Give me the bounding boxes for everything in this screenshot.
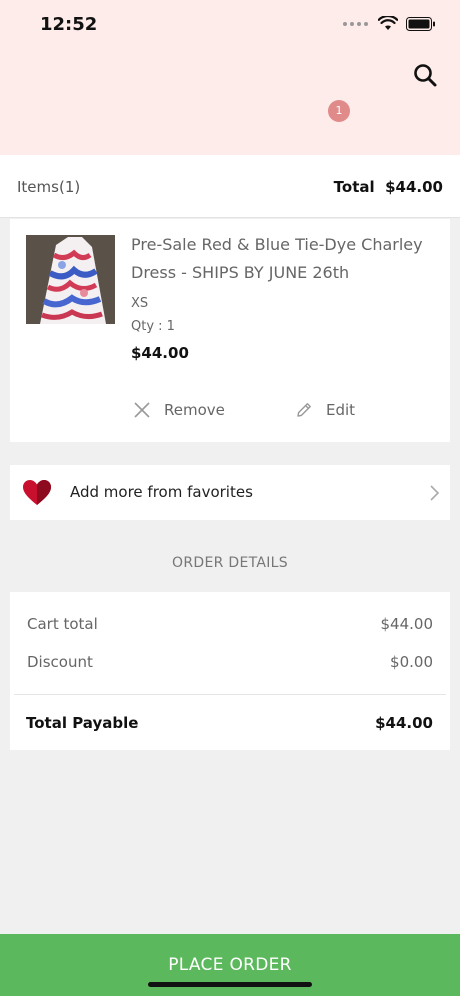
pencil-icon [297,403,311,417]
discount-value: $0.00 [390,653,433,671]
cart-item-card: Pre-Sale Red & Blue Tie-Dye Charley Dres… [10,219,450,442]
search-button[interactable] [410,60,442,92]
order-details-card: Cart total $44.00 Discount $0.00 Total P… [10,592,450,750]
remove-label: Remove [164,401,225,419]
total-payable-value: $44.00 [375,714,433,732]
home-indicator [148,982,312,987]
chevron-right-icon [430,485,440,501]
cart-total-label: Cart total [27,615,98,633]
product-size: XS [131,296,149,311]
cart-total-value: $44.00 [380,615,434,633]
search-icon [414,64,437,87]
edit-label: Edit [326,401,356,419]
close-icon [134,402,150,418]
signal-icon [343,22,368,26]
battery-icon [406,17,435,31]
heart-icon [23,480,51,505]
place-order-label: PLACE ORDER [168,955,292,975]
add-from-favorites-row[interactable]: Add more from favorites [10,465,450,520]
cart-summary-bar: Items(1) Total $44.00 [0,155,460,218]
product-quantity: Qty : 1 [131,319,175,334]
status-bar: 12:52 [0,0,460,50]
items-label: Items [17,178,59,196]
total-label: Total [333,178,375,196]
status-time: 12:52 [40,14,98,35]
total-value: $44.00 [385,178,443,196]
total-payable-label: Total Payable [26,714,139,732]
favorites-label: Add more from favorites [70,483,253,501]
remove-button[interactable]: Remove [132,400,225,420]
edit-button[interactable]: Edit [294,400,355,420]
discount-label: Discount [27,653,93,671]
product-price: $44.00 [131,344,189,362]
items-count: Items(1) [17,178,80,196]
cart-total-summary: Total $44.00 [334,178,443,196]
status-icons [343,16,436,32]
cart-count-badge[interactable]: 1 [328,100,350,122]
items-count-value: (1) [58,178,81,196]
order-details-heading: ORDER DETAILS [172,555,288,571]
divider [14,694,446,695]
product-thumbnail[interactable] [26,235,115,324]
product-title[interactable]: Pre-Sale Red & Blue Tie-Dye Charley Dres… [131,231,431,287]
wifi-icon [378,16,398,30]
header: 12:52 1 [0,0,460,155]
